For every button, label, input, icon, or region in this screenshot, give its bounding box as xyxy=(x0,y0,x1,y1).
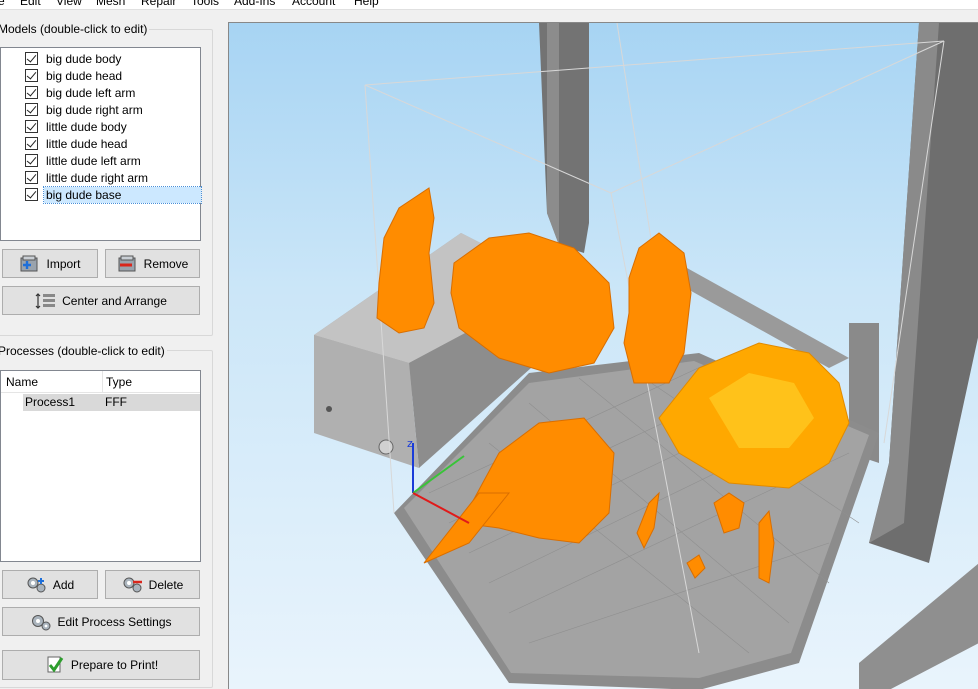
model-item[interactable]: little dude left arm xyxy=(25,152,201,169)
menu-file[interactable]: e xyxy=(0,0,5,9)
checkbox[interactable] xyxy=(25,103,38,116)
menu-account[interactable]: Account xyxy=(292,0,335,9)
menu-view[interactable]: View xyxy=(56,0,82,9)
3d-viewport[interactable]: z xyxy=(228,22,978,689)
big-dude-body xyxy=(376,187,435,334)
checkbox[interactable] xyxy=(25,154,38,167)
menu-tools[interactable]: Tools xyxy=(191,0,219,9)
frame-pillar-left xyxy=(539,23,589,253)
frame-bottom-rail xyxy=(859,563,978,689)
model-item[interactable]: little dude right arm xyxy=(25,169,201,186)
model-item-selected[interactable]: big dude base xyxy=(25,185,202,204)
import-button[interactable]: Import xyxy=(2,249,98,278)
model-item[interactable]: big dude right arm xyxy=(25,101,201,118)
import-icon xyxy=(19,255,41,273)
model-item[interactable]: little dude body xyxy=(25,118,201,135)
gears-delete-icon xyxy=(122,576,144,594)
menu-repair[interactable]: Repair xyxy=(141,0,176,9)
col-name-header[interactable]: Name xyxy=(6,375,38,389)
remove-button[interactable]: Remove xyxy=(105,249,200,278)
models-group-title: Models (double-click to edit) xyxy=(0,22,150,36)
col-type-header[interactable]: Type xyxy=(106,375,132,389)
menu-add-ins[interactable]: Add-Ins xyxy=(234,0,275,9)
gears-add-icon xyxy=(26,576,48,594)
menu-help[interactable]: Help xyxy=(354,0,379,9)
menu-bar: e Edit View Mesh Repair Tools Add-Ins Ac… xyxy=(0,0,978,10)
scene: z xyxy=(314,23,978,689)
menu-mesh[interactable]: Mesh xyxy=(96,0,125,9)
model-item[interactable]: big dude body xyxy=(25,50,201,67)
prepare-to-print-button[interactable]: Prepare to Print! xyxy=(2,650,200,680)
model-item[interactable]: big dude left arm xyxy=(25,84,201,101)
remove-icon xyxy=(117,255,139,273)
gears-icon xyxy=(30,613,52,631)
svg-text:z: z xyxy=(407,437,413,450)
table-row[interactable]: Process1 FFF xyxy=(23,394,200,411)
checkbox[interactable] xyxy=(25,137,38,150)
edit-process-settings-button[interactable]: Edit Process Settings xyxy=(2,607,200,636)
left-panel: Models (double-click to edit) big dude b… xyxy=(0,10,228,689)
checkbox[interactable] xyxy=(25,86,38,99)
checkbox[interactable] xyxy=(25,69,38,82)
checkbox[interactable] xyxy=(25,120,38,133)
processes-table[interactable]: Name Type Process1 FFF xyxy=(0,370,201,562)
process-type: FFF xyxy=(105,395,127,409)
arrange-icon xyxy=(35,292,57,310)
model-item[interactable]: little dude head xyxy=(25,135,201,152)
delete-button[interactable]: Delete xyxy=(105,570,200,599)
model-item[interactable]: big dude head xyxy=(25,67,201,84)
add-button[interactable]: Add xyxy=(2,570,98,599)
table-header: Name Type xyxy=(1,371,200,393)
checkbox[interactable] xyxy=(25,52,38,65)
processes-group-title: Processes (double-click to edit) xyxy=(0,344,167,358)
models-list[interactable]: big dude body big dude head big dude lef… xyxy=(0,47,202,241)
process-name: Process1 xyxy=(25,395,76,409)
checkbox[interactable] xyxy=(25,188,38,201)
checkmark-document-icon xyxy=(44,656,66,674)
menu-edit[interactable]: Edit xyxy=(20,0,41,9)
checkbox[interactable] xyxy=(25,171,38,184)
center-arrange-button[interactable]: Center and Arrange xyxy=(2,286,200,315)
